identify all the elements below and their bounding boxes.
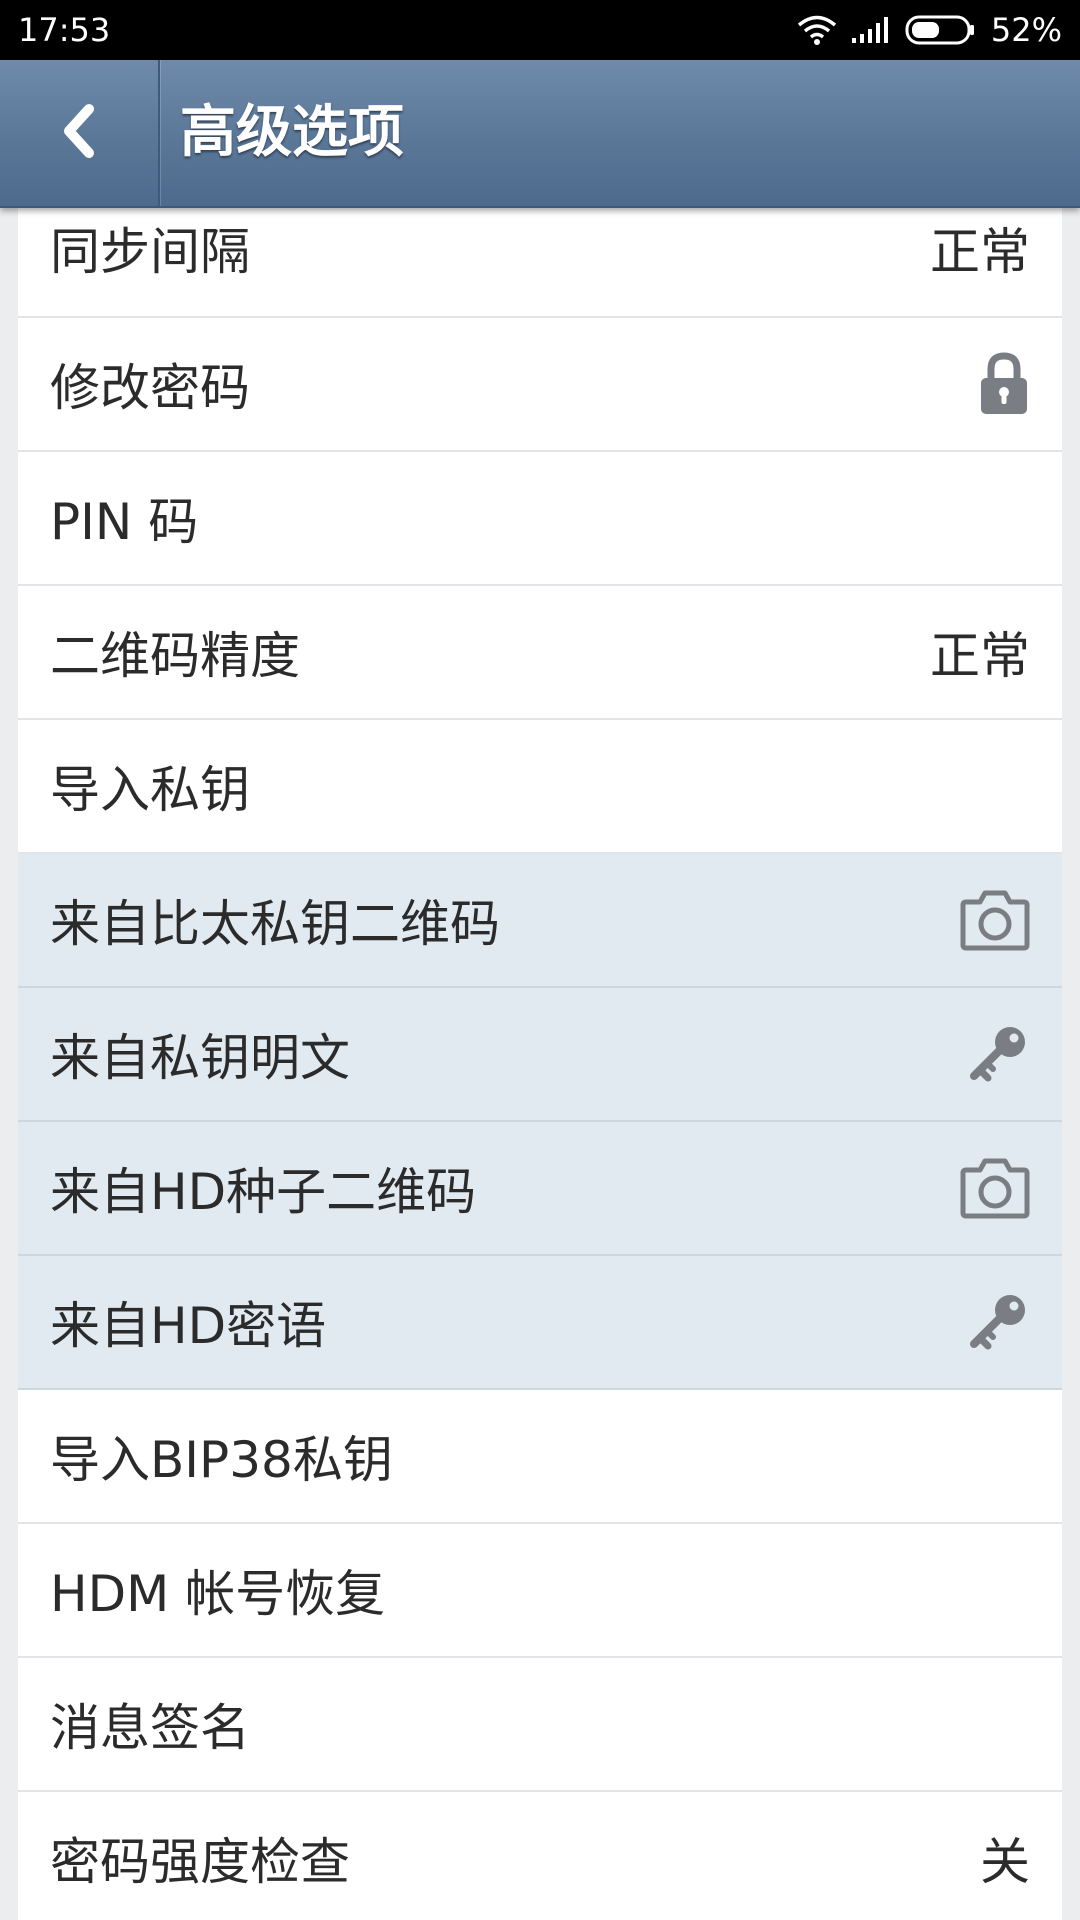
battery-percent: 52% xyxy=(990,11,1062,49)
list-item-value: 正常 xyxy=(930,223,1030,281)
list-item-sign-message[interactable]: 消息签名 xyxy=(18,1658,1062,1792)
list-item-label: 同步间隔 xyxy=(50,223,250,281)
status-bar: 17:53 52% xyxy=(0,0,1080,60)
list-item-label: HDM 帐号恢复 xyxy=(50,1565,386,1623)
action-bar: 高级选项 xyxy=(0,60,1080,208)
list-item-change-password[interactable]: 修改密码 xyxy=(18,318,1062,452)
camera-icon xyxy=(960,888,1030,952)
key-icon xyxy=(966,1022,1030,1086)
list-item-from-hd-phrase[interactable]: 来自HD密语 xyxy=(18,1256,1062,1390)
list-item-label: 来自HD种子二维码 xyxy=(50,1163,477,1221)
list-item-label: 消息签名 xyxy=(50,1699,250,1757)
page-title: 高级选项 xyxy=(180,100,404,165)
settings-list: 同步间隔 正常 修改密码 PIN 码 二维码精度 正常 导入私钥 来自比太私钥二… xyxy=(18,180,1062,1920)
list-item-import-private-key[interactable]: 导入私钥 xyxy=(18,720,1062,854)
list-item-label: 来自私钥明文 xyxy=(50,1029,350,1087)
signal-icon xyxy=(851,16,891,44)
chevron-left-icon xyxy=(59,103,99,163)
screen: 17:53 52% 高级选项 同步间隔 正常 修改密码 PIN 码 二维码精度 … xyxy=(0,0,1080,1920)
status-time: 17:53 xyxy=(18,11,111,49)
list-item-value: 关 xyxy=(980,1833,1030,1891)
list-item-label: 二维码精度 xyxy=(50,627,300,685)
list-item-hdm-recovery[interactable]: HDM 帐号恢复 xyxy=(18,1524,1062,1658)
back-button[interactable] xyxy=(0,60,160,206)
camera-icon xyxy=(960,1156,1030,1220)
list-item-from-bither-qr[interactable]: 来自比太私钥二维码 xyxy=(18,854,1062,988)
list-item-label: PIN 码 xyxy=(50,493,199,551)
list-item-import-bip38[interactable]: 导入BIP38私钥 xyxy=(18,1390,1062,1524)
list-item-label: 来自比太私钥二维码 xyxy=(50,895,500,953)
battery-icon xyxy=(905,14,977,46)
list-item-value: 正常 xyxy=(930,627,1030,685)
list-item-from-hd-seed-qr[interactable]: 来自HD种子二维码 xyxy=(18,1122,1062,1256)
list-item-label: 来自HD密语 xyxy=(50,1297,327,1355)
list-item-from-plaintext-key[interactable]: 来自私钥明文 xyxy=(18,988,1062,1122)
key-icon xyxy=(966,1290,1030,1354)
wifi-icon xyxy=(797,14,837,46)
list-item-qr-precision[interactable]: 二维码精度 正常 xyxy=(18,586,1062,720)
list-item-label: 修改密码 xyxy=(50,359,250,417)
list-item-pin[interactable]: PIN 码 xyxy=(18,452,1062,586)
list-item-password-strength[interactable]: 密码强度检查 关 xyxy=(18,1792,1062,1920)
list-item-label: 密码强度检查 xyxy=(50,1833,350,1891)
list-item-label: 导入私钥 xyxy=(50,761,250,819)
list-item-label: 导入BIP38私钥 xyxy=(50,1431,393,1489)
lock-icon xyxy=(978,351,1030,417)
